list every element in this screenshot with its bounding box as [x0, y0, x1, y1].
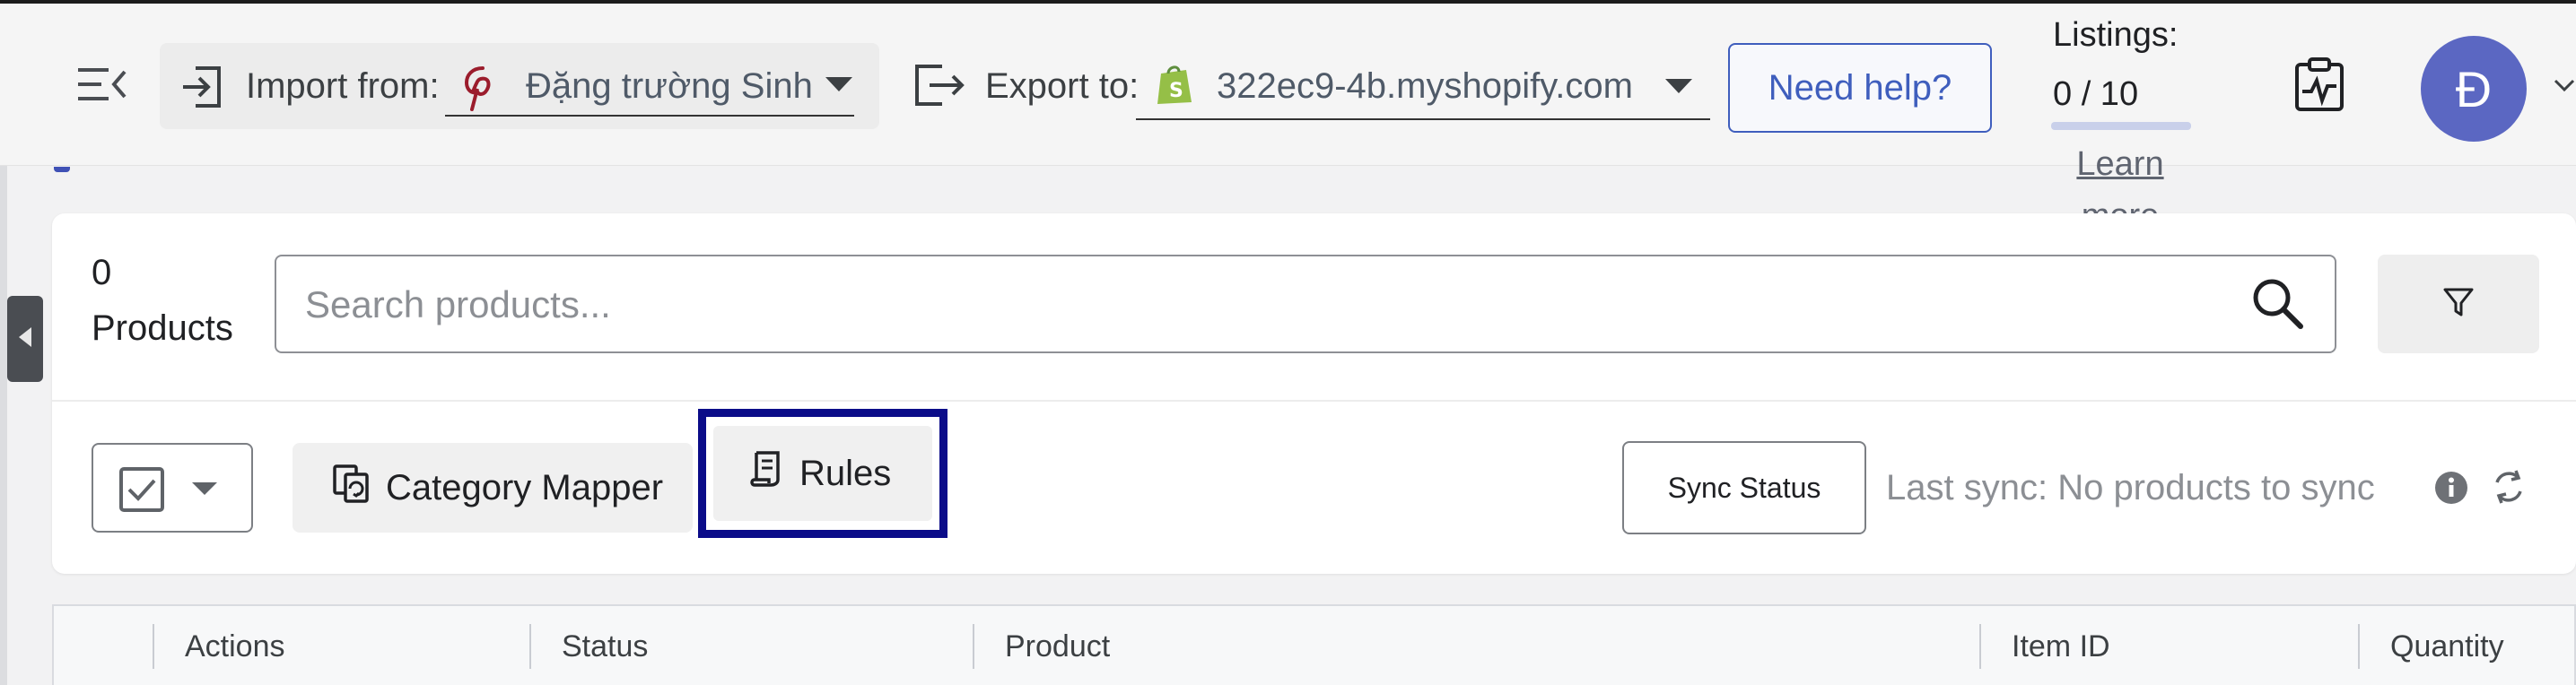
import-source-value: Đặng trường Sinh [526, 66, 813, 106]
import-select-underline [445, 115, 854, 117]
export-select-underline [1136, 118, 1710, 120]
menu-collapse-icon [76, 65, 128, 108]
column-divider [1979, 624, 1981, 669]
search-placeholder: Search products... [305, 283, 611, 325]
filter-button[interactable] [2378, 255, 2539, 353]
left-edge [0, 166, 7, 685]
listings-count: 0 / 10 [2053, 75, 2139, 113]
export-target-value: 322ec9-4b.myshopify.com [1217, 66, 1633, 106]
category-mapper-button[interactable]: Category Mapper [293, 443, 693, 533]
column-divider [973, 624, 974, 669]
listings-progress-bar [2051, 122, 2191, 130]
category-mapper-label: Category Mapper [386, 467, 664, 507]
column-divider [2358, 624, 2360, 669]
shopify-icon: S [1156, 63, 1193, 110]
user-avatar[interactable]: Đ [2421, 36, 2527, 142]
refresh-icon[interactable] [2491, 468, 2527, 510]
column-divider [153, 624, 154, 669]
chevron-down-icon [1665, 79, 1692, 100]
nav-accent [54, 167, 70, 172]
column-header-item-id[interactable]: Item ID [2012, 629, 2110, 664]
column-header-product[interactable]: Product [1005, 629, 1110, 664]
column-header-quantity[interactable]: Quantity [2390, 629, 2504, 664]
activity-clipboard-icon[interactable] [2293, 56, 2345, 117]
last-sync-text: Last sync: No products to sync [1886, 468, 2375, 507]
search-products-input[interactable]: Search products... [275, 255, 2336, 353]
import-icon [178, 63, 226, 116]
column-header-status[interactable]: Status [562, 629, 648, 664]
products-label: Products [92, 308, 233, 348]
rules-button[interactable]: Rules [713, 426, 932, 521]
avatar-chevron-down-icon[interactable] [2554, 79, 2575, 98]
pinterest-icon [463, 65, 502, 116]
products-table-header [52, 604, 2576, 685]
menu-toggle-button[interactable] [70, 57, 135, 115]
chevron-down-icon [192, 482, 217, 501]
import-source-selector[interactable]: Import from: Đặng trường Sinh [160, 43, 879, 129]
need-help-button[interactable]: Need help? [1728, 43, 1992, 133]
column-header-actions[interactable]: Actions [185, 629, 285, 664]
listings-title: Listings: [2053, 16, 2179, 54]
export-target-selector[interactable]: S 322ec9-4b.myshopify.com [1132, 47, 1710, 124]
chevron-down-icon [825, 77, 852, 98]
rules-label: Rules [799, 453, 892, 493]
rules-doc-icon [749, 449, 783, 498]
column-divider [529, 624, 531, 669]
search-icon[interactable] [2250, 276, 2306, 336]
category-mapper-icon [332, 464, 370, 512]
sync-status-button[interactable]: Sync Status [1622, 441, 1866, 534]
svg-text:S: S [1169, 80, 1183, 102]
import-from-label: Import from: [246, 66, 440, 106]
export-to-label: Export to: [985, 66, 1140, 106]
app-header: Import from: Đặng trường Sinh Export to:… [0, 4, 2576, 235]
toolbar-divider [52, 400, 2576, 402]
product-count: 0 [92, 253, 112, 292]
bulk-select-dropdown[interactable] [92, 443, 253, 533]
filter-icon [2442, 286, 2475, 323]
caret-left-icon [17, 325, 33, 353]
rules-button-highlight: Rules [698, 409, 947, 538]
checkbox-icon[interactable] [118, 466, 165, 517]
export-icon [912, 61, 965, 114]
info-icon[interactable] [2433, 470, 2469, 510]
sidebar-toggle-handle[interactable] [7, 296, 43, 382]
